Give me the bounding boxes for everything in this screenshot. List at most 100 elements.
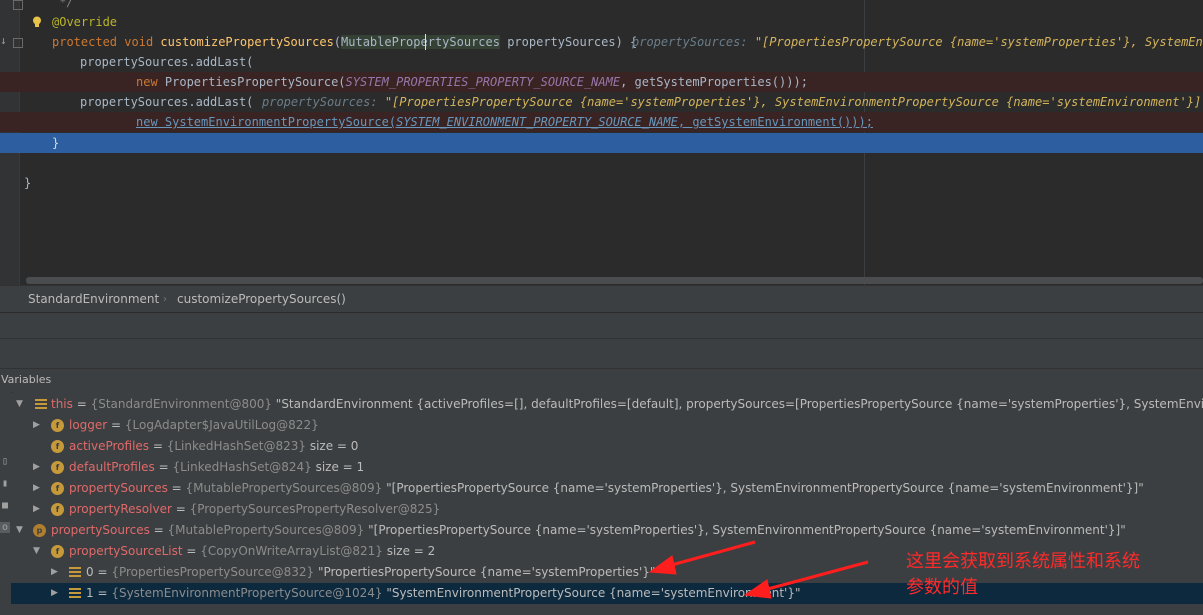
variable-row-propertysources-param[interactable]: ▼ p propertySources = {MutablePropertySo…	[11, 520, 1203, 541]
code-line-breakpoint-1[interactable]: new PropertiesPropertySource(SYSTEM_PROP…	[0, 72, 1203, 92]
code-line-override[interactable]: @Override	[0, 12, 1203, 32]
expand-arrow-icon[interactable]: ▶	[51, 562, 58, 583]
collapse-arrow-icon[interactable]: ▼	[16, 520, 23, 541]
variable-ref: {StandardEnvironment@800}	[90, 397, 272, 411]
variable-ref: {PropertiesPropertySource@832}	[111, 565, 315, 579]
equals: =	[167, 481, 186, 495]
expand-arrow-icon[interactable]: ▶	[33, 415, 40, 436]
keyword-protected: protected	[52, 35, 118, 49]
variable-value: "[PropertiesPropertySource {name='system…	[382, 481, 1144, 495]
annotation-line-1: 这里会获取到系统属性和系统	[906, 551, 1140, 572]
variable-name: defaultProfiles	[69, 460, 155, 474]
variable-ref: {CopyOnWriteArrayList@821}	[200, 544, 383, 558]
variable-text: propertySources = {MutablePropertySource…	[51, 520, 1126, 541]
code-line-comment-end[interactable]: */	[0, 0, 1203, 12]
hint-value: "[PropertiesPropertySource {name='system…	[377, 95, 1203, 109]
expand-arrow-icon[interactable]: ▶	[51, 583, 58, 604]
variable-text: activeProfiles = {LinkedHashSet@823} siz…	[69, 436, 358, 457]
variable-name: propertySourceList	[69, 544, 183, 558]
class-name: PropertiesPropertySource(	[157, 75, 346, 89]
constant-name: SYSTEM_PROPERTIES_PROPERTY_SOURCE_NAME	[345, 75, 621, 89]
debug-toolbar-strip	[0, 312, 1203, 339]
variable-text: propertyResolver = {PropertySourcesPrope…	[69, 499, 440, 520]
variable-name: propertyResolver	[69, 502, 172, 516]
annotation-text: 这里会获取到系统属性和系统 参数的值	[906, 549, 1196, 601]
view-icon[interactable]: ▮	[0, 478, 10, 489]
variable-ref: {LinkedHashSet@823}	[166, 439, 306, 453]
watch-icon[interactable]: o	[0, 522, 10, 533]
param-type: MutablePropertySources	[341, 35, 500, 49]
collapse-arrow-icon[interactable]: ▼	[16, 394, 23, 415]
code-line-current[interactable]: }	[0, 133, 1203, 153]
paren: (	[333, 35, 342, 49]
equals: =	[93, 586, 112, 600]
field-icon: f	[51, 545, 64, 558]
restore-icon[interactable]: ▯	[0, 456, 10, 467]
variable-ref: {LogAdapter$JavaUtilLog@822}	[124, 418, 319, 432]
variable-name: propertySources	[69, 481, 168, 495]
variables-title: Variables	[1, 373, 52, 386]
variable-value: "[PropertiesPropertySource {name='system…	[364, 523, 1126, 537]
variable-row-propertyresolver[interactable]: ▶ f propertyResolver = {PropertySourcesP…	[11, 499, 1203, 520]
keyword-void: void	[124, 35, 154, 49]
variable-text: this = {StandardEnvironment@800} "Standa…	[51, 394, 1203, 415]
method-signature: protected void customizePropertySources(…	[52, 32, 637, 52]
new-properties-source: new PropertiesPropertySource(SYSTEM_PROP…	[136, 72, 808, 92]
variable-value: "SystemEnvironmentPropertySource {name='…	[382, 586, 801, 600]
equals: =	[149, 439, 167, 453]
variable-ref: {MutablePropertySources@809}	[167, 523, 365, 537]
variable-name: logger	[69, 418, 108, 432]
expand-arrow-icon[interactable]: ▶	[33, 499, 40, 520]
variable-row-activeprofiles[interactable]: f activeProfiles = {LinkedHashSet@823} s…	[11, 436, 1203, 457]
variable-name: this	[51, 397, 73, 411]
equals: =	[154, 460, 173, 474]
object-icon	[35, 399, 47, 410]
inline-debug-hint: propertySources: "[PropertiesPropertySou…	[632, 32, 1203, 52]
code-line-addlast-1[interactable]: propertySources.addLast(	[0, 52, 1203, 72]
text-caret	[425, 34, 426, 50]
breadcrumb-method[interactable]: customizePropertySources()	[177, 286, 346, 313]
variable-value: size = 0	[306, 439, 359, 453]
breadcrumb: StandardEnvironment › customizePropertyS…	[0, 285, 1203, 313]
hint-value: "[PropertiesPropertySource {name='system…	[747, 35, 1203, 49]
variable-value: size = 2	[382, 544, 436, 558]
equals: =	[93, 565, 112, 579]
variable-ref: {MutablePropertySources@809}	[185, 481, 383, 495]
new-system-env-source: new SystemEnvironmentPropertySource(SYST…	[136, 112, 873, 132]
field-icon: f	[51, 419, 64, 432]
breadcrumb-class[interactable]: StandardEnvironment	[28, 286, 159, 313]
debug-frames-strip	[0, 338, 1203, 369]
code-editor[interactable]: ↓ */ @Override protected void customizeP…	[0, 0, 1203, 285]
code-line-breakpoint-2[interactable]: new SystemEnvironmentPropertySource(SYST…	[0, 112, 1203, 132]
variable-value: size = 1	[311, 460, 365, 474]
field-icon: f	[51, 461, 64, 474]
field-icon: f	[51, 503, 64, 516]
variable-value: "StandardEnvironment {activeProfiles=[],…	[271, 397, 1203, 411]
variable-value: "PropertiesPropertySource {name='systemP…	[314, 565, 656, 579]
variable-text: propertySourceList = {CopyOnWriteArrayLi…	[69, 541, 435, 562]
call-rest: , getSystemProperties()));	[620, 75, 808, 89]
collapse-arrow-icon[interactable]: ▼	[33, 541, 40, 562]
code-line-addlast-2[interactable]: propertySources.addLast( propertySources…	[0, 92, 1203, 112]
equals: =	[72, 397, 91, 411]
horizontal-scrollbar[interactable]	[26, 277, 1203, 284]
copy-icon[interactable]: ■	[0, 500, 10, 511]
variable-row-this[interactable]: ▼ this = {StandardEnvironment@800} "Stan…	[11, 394, 1203, 415]
expand-arrow-icon[interactable]: ▶	[33, 478, 40, 499]
addlast-call: propertySources.addLast(	[80, 95, 254, 109]
variable-name: activeProfiles	[69, 439, 150, 453]
variable-row-defaultprofiles[interactable]: ▶ f defaultProfiles = {LinkedHashSet@824…	[11, 457, 1203, 478]
variable-ref: {PropertySourcesPropertyResolver@825}	[189, 502, 441, 516]
closing-brace: }	[24, 176, 32, 190]
variable-name: 0	[86, 565, 94, 579]
hint-name: propertySources:	[262, 95, 378, 109]
code-line-method-signature[interactable]: protected void customizePropertySources(…	[0, 32, 1203, 52]
variable-row-propertysources-field[interactable]: ▶ f propertySources = {MutablePropertySo…	[11, 478, 1203, 499]
variables-header: Variables	[0, 368, 1203, 394]
equals: =	[171, 502, 190, 516]
variable-row-logger[interactable]: ▶ f logger = {LogAdapter$JavaUtilLog@822…	[11, 415, 1203, 436]
override-annotation: @Override	[52, 15, 118, 29]
code-line-class-end[interactable]: }	[0, 173, 1203, 193]
expand-arrow-icon[interactable]: ▶	[33, 457, 40, 478]
closing-brace: }	[52, 136, 60, 150]
